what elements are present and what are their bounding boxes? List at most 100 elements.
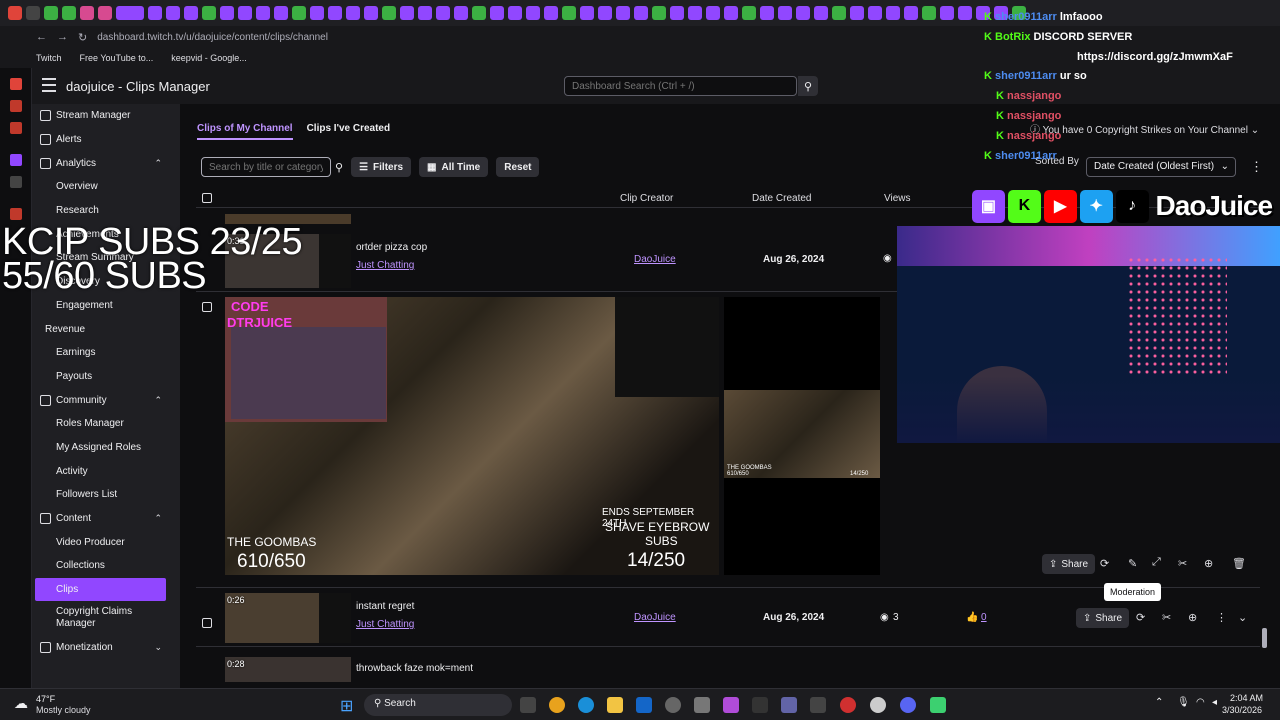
chevron-up-icon[interactable]: ⌃ — [154, 395, 162, 406]
app-icon[interactable] — [810, 697, 826, 713]
clip-thumbnail[interactable]: 0:26 — [225, 593, 351, 643]
browser-tab[interactable] — [116, 6, 144, 20]
browser-tab[interactable] — [688, 6, 702, 20]
reload-icon[interactable]: ↻ — [78, 31, 87, 44]
back-icon[interactable]: ← — [36, 31, 47, 43]
sidebar-item-video-producer[interactable]: Video Producer — [32, 530, 180, 554]
sidebar-item-engagement[interactable]: Engagement — [32, 294, 180, 318]
url-text[interactable]: dashboard.twitch.tv/u/daojuice/content/c… — [97, 32, 328, 43]
browser-tab[interactable] — [292, 6, 306, 20]
sidebar-item-followers-list[interactable]: Followers List — [32, 483, 180, 507]
browser-tab[interactable] — [220, 6, 234, 20]
browser-tab[interactable] — [832, 6, 846, 20]
clip-title[interactable]: instant regret — [356, 601, 414, 612]
browser-tab[interactable] — [256, 6, 270, 20]
browser-tab[interactable] — [436, 6, 450, 20]
reset-button[interactable]: Reset — [496, 157, 540, 177]
scrollbar-thumb[interactable] — [1262, 628, 1267, 648]
clip-title[interactable]: ortder pizza cop — [356, 242, 427, 253]
file-explorer-icon[interactable] — [607, 697, 623, 713]
browser-tab[interactable] — [760, 6, 774, 20]
sidebar-item-clips[interactable]: Clips — [35, 577, 166, 602]
browser-tab[interactable] — [634, 6, 648, 20]
browser-tab[interactable] — [184, 6, 198, 20]
browser-tab[interactable] — [382, 6, 396, 20]
menu-icon[interactable] — [42, 78, 56, 92]
dashboard-search-input[interactable] — [564, 76, 797, 96]
browser-tab[interactable] — [562, 6, 576, 20]
select-all-checkbox[interactable] — [202, 193, 212, 203]
column-clip-creator[interactable]: Clip Creator — [620, 193, 673, 204]
twitch-icon[interactable] — [9, 154, 22, 166]
clip-thumbnail[interactable]: 0:28 — [225, 657, 351, 682]
record-icon[interactable] — [9, 208, 22, 220]
browser-tab[interactable] — [814, 6, 828, 20]
clip-likes[interactable]: 0 — [981, 612, 987, 623]
clip-search-input[interactable] — [201, 157, 331, 177]
sidebar-item-overview[interactable]: Overview — [32, 175, 180, 199]
sidebar-item-community[interactable]: Community ⌃ — [32, 388, 180, 412]
browser-tab[interactable] — [778, 6, 792, 20]
chevron-up-icon[interactable]: ⌃ — [154, 158, 162, 169]
loop-icon[interactable]: ⟳ — [1136, 611, 1145, 624]
opera-taskbar-icon[interactable] — [840, 697, 856, 713]
bookmark-twitch[interactable]: Twitch — [36, 53, 62, 63]
sidebar-item-my-assigned-roles[interactable]: My Assigned Roles — [32, 436, 180, 460]
tab-clips-of-my-channel[interactable]: Clips of My Channel — [197, 123, 293, 140]
sidebar-item-monetization[interactable]: Monetization ⌄ — [32, 635, 180, 659]
browser-tab[interactable] — [44, 6, 58, 20]
bookmark-keepvid[interactable]: keepvid - Google... — [171, 53, 247, 63]
chevron-down-icon[interactable]: ⌄ — [154, 642, 162, 653]
browser-tab[interactable] — [148, 6, 162, 20]
browser-tab[interactable] — [418, 6, 432, 20]
browser-tab[interactable] — [670, 6, 684, 20]
chevron-down-icon[interactable]: ⌄ — [1238, 611, 1247, 624]
taskbar-search[interactable]: ⚲ Search — [364, 694, 512, 716]
table-row[interactable]: 0:26 instant regret Just Chatting DaoJui… — [196, 587, 1260, 647]
tab-clips-ive-created[interactable]: Clips I've Created — [307, 123, 391, 140]
browser-tab[interactable] — [850, 6, 864, 20]
browser-tab[interactable] — [454, 6, 468, 20]
copilot-icon[interactable] — [723, 697, 739, 713]
browser-tab[interactable] — [742, 6, 756, 20]
plus-circle-icon[interactable]: ⊕ — [1204, 557, 1213, 570]
edit-icon[interactable]: ✎ — [1128, 557, 1137, 570]
clip-creator[interactable]: DaoJuice — [634, 254, 676, 265]
browser-tab[interactable] — [616, 6, 630, 20]
clip-search-icon[interactable]: ⚲ — [335, 161, 343, 174]
browser-tab[interactable] — [796, 6, 810, 20]
clock-date[interactable]: 3/30/2026 — [1222, 705, 1262, 715]
sidebar-item-stream-manager[interactable]: Stream Manager — [32, 104, 180, 128]
browser-tab[interactable] — [400, 6, 414, 20]
sidebar-item-copyright-claims-manager[interactable]: Copyright Claims Manager — [32, 601, 180, 635]
browser-tab[interactable] — [472, 6, 486, 20]
column-views[interactable]: Views — [884, 193, 911, 204]
share-button[interactable]: ⇪ Share — [1042, 554, 1096, 574]
browser-tab[interactable] — [238, 6, 252, 20]
browser-tab[interactable] — [652, 6, 666, 20]
browser-tab[interactable] — [26, 6, 40, 20]
browser-tab[interactable] — [62, 6, 76, 20]
delete-icon[interactable]: 🗑 — [1232, 557, 1246, 570]
browser-tab[interactable] — [886, 6, 900, 20]
browser-tab[interactable] — [80, 6, 94, 20]
browser-tab[interactable] — [346, 6, 360, 20]
row-checkbox[interactable] — [202, 302, 212, 312]
sidebar-item-revenue[interactable]: Revenue — [32, 317, 180, 341]
browser-tab[interactable] — [922, 6, 936, 20]
browser-tab[interactable] — [526, 6, 540, 20]
opera-icon[interactable] — [9, 78, 22, 90]
chrome-icon[interactable] — [549, 697, 565, 713]
sidebar-item-earnings[interactable]: Earnings — [32, 341, 180, 365]
clip-preview-player[interactable]: CODE DTRJUICE THE GOOMBAS 610/650 ENDS S… — [225, 297, 719, 575]
sidebar-item-roles-manager[interactable]: Roles Manager — [32, 412, 180, 436]
browser-tab[interactable] — [868, 6, 882, 20]
discord-icon[interactable] — [900, 697, 916, 713]
task-view-icon[interactable] — [520, 697, 536, 713]
loop-icon[interactable]: ⟳ — [1100, 557, 1109, 570]
weather-temp[interactable]: 47°F — [36, 694, 55, 704]
browser-tab[interactable] — [166, 6, 180, 20]
browser-tab[interactable] — [328, 6, 342, 20]
clock-time[interactable]: 2:04 AM — [1230, 693, 1263, 703]
scissors-icon[interactable]: ✂ — [1162, 611, 1171, 624]
